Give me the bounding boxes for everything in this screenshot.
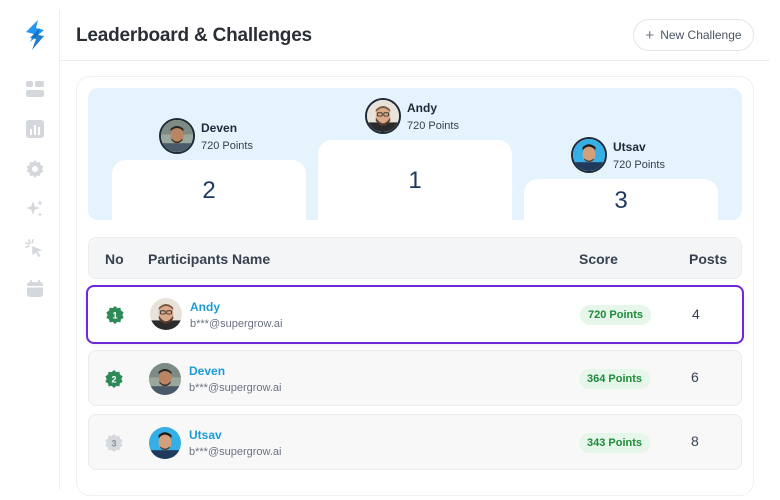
- podium-user-third[interactable]: Utsav 720 Points: [571, 137, 665, 173]
- avatar: [365, 98, 401, 134]
- avatar: [159, 118, 195, 154]
- svg-text:2: 2: [111, 375, 116, 385]
- table-row[interactable]: 3 Utsav b***@supergrow.ai 343 Points 8: [88, 414, 742, 470]
- avatar: [149, 427, 181, 459]
- participant-email: b***@supergrow.ai: [189, 446, 282, 458]
- analytics-icon[interactable]: [24, 118, 46, 140]
- podium-rank: 1: [408, 167, 422, 194]
- column-header-posts: Posts: [689, 251, 728, 267]
- participant-name[interactable]: Utsav: [189, 428, 222, 442]
- calendar-icon[interactable]: [24, 278, 46, 300]
- header-divider: [60, 60, 770, 61]
- participant-email: b***@supergrow.ai: [190, 318, 283, 330]
- participant-email: b***@supergrow.ai: [189, 382, 282, 394]
- dashboard-icon[interactable]: [24, 78, 46, 100]
- avatar: [150, 298, 182, 330]
- table-row[interactable]: 1 Andy b***@supergrow.ai 720 Points 4: [86, 285, 744, 344]
- podium-user-points: 720 Points: [407, 119, 459, 132]
- rank-badge-icon: 3: [105, 434, 123, 452]
- score-badge: 720 Points: [580, 305, 652, 325]
- podium-user-first[interactable]: Andy 720 Points: [365, 98, 459, 134]
- svg-text:1: 1: [112, 311, 117, 321]
- settings-icon[interactable]: [24, 158, 46, 180]
- plus-icon: +: [645, 26, 655, 44]
- page-title: Leaderboard & Challenges: [76, 25, 312, 46]
- participant-name[interactable]: Andy: [190, 300, 220, 314]
- podium-user-name: Andy: [407, 100, 437, 115]
- app-logo-icon[interactable]: [24, 20, 46, 50]
- column-header-no: No: [105, 251, 124, 267]
- participant-name[interactable]: Deven: [189, 364, 225, 378]
- table-row[interactable]: 2 Deven b***@supergrow.ai 364 Points 6: [88, 350, 742, 406]
- podium-rank: 3: [614, 186, 628, 214]
- podium-user-name: Deven: [201, 120, 238, 135]
- podium-user-points: 720 Points: [201, 139, 253, 152]
- avatar: [571, 137, 607, 173]
- rank-badge-icon: 2: [105, 370, 123, 388]
- rank-badge-icon: 1: [106, 306, 124, 324]
- podium-user-second[interactable]: Deven 720 Points: [159, 118, 253, 154]
- new-challenge-label: New Challenge: [660, 28, 742, 42]
- podium: 2 1 3 Deven 720 Points Andy 720 Points U…: [88, 88, 742, 220]
- podium-step-first: 1: [318, 140, 512, 220]
- avatar: [149, 363, 181, 395]
- posts-count: 4: [692, 306, 700, 322]
- podium-user-points: 720 Points: [613, 158, 665, 171]
- posts-count: 6: [691, 369, 699, 385]
- svg-text:3: 3: [111, 439, 116, 449]
- podium-user-name: Utsav: [613, 139, 646, 154]
- podium-step-second: 2: [112, 160, 306, 220]
- column-header-name: Participants Name: [148, 251, 271, 267]
- score-badge: 343 Points: [579, 433, 651, 453]
- podium-step-third: 3: [524, 179, 718, 220]
- table-header: No Participants Name Score Posts: [88, 237, 742, 279]
- score-badge: 364 Points: [579, 369, 651, 389]
- new-challenge-button[interactable]: + New Challenge: [633, 19, 754, 51]
- cursor-click-icon[interactable]: [24, 238, 46, 260]
- column-header-score: Score: [579, 251, 618, 267]
- podium-rank: 2: [202, 177, 216, 204]
- sidebar: [10, 10, 60, 490]
- sparkles-icon[interactable]: [24, 198, 46, 220]
- posts-count: 8: [691, 433, 699, 449]
